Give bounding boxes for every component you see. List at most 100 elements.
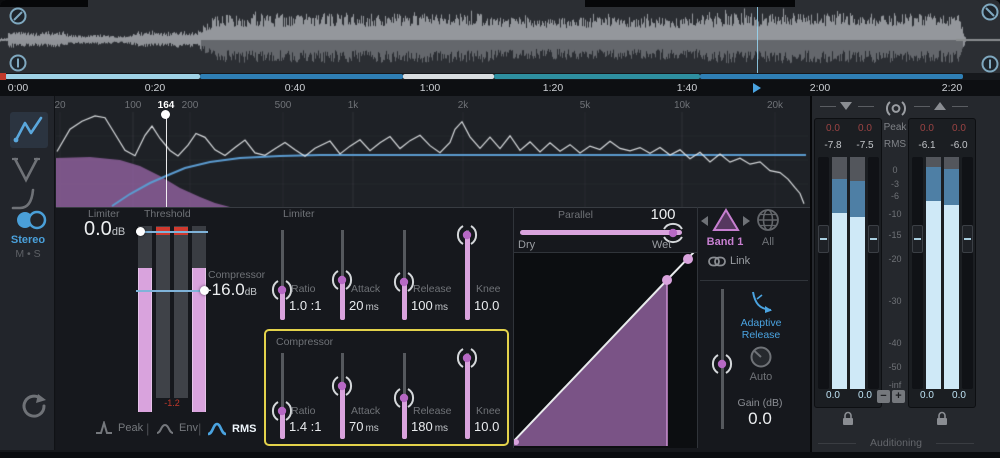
waveform-scrollbar[interactable] — [0, 73, 1000, 80]
param-value[interactable]: 1.0 :1 — [289, 298, 324, 313]
limiter-threshold-value[interactable]: 0.0dB — [84, 218, 125, 241]
fader-value: 0.0 — [920, 390, 934, 401]
compressor-threshold-node[interactable] — [662, 275, 672, 285]
param-value[interactable]: 1.4 :1 — [289, 419, 324, 434]
limiter-threshold-line[interactable] — [136, 231, 208, 233]
param-value[interactable]: 10.0 — [474, 419, 501, 434]
crossover-view-icon[interactable] — [10, 153, 44, 185]
detection-mode-rms[interactable]: RMS — [206, 421, 256, 436]
loop-start-top-button[interactable] — [9, 7, 27, 25]
timeline-label: 1:40 — [677, 82, 697, 94]
meter-scale-label: -3 — [882, 179, 908, 189]
scrollbar-segment[interactable] — [5, 74, 200, 79]
prev-band-arrow[interactable] — [701, 216, 708, 226]
gain-fader-handle[interactable] — [818, 225, 829, 253]
limiter-section-title: Limiter — [283, 208, 315, 220]
next-band-arrow[interactable] — [743, 216, 750, 226]
gain-fader-handle[interactable] — [962, 225, 973, 253]
scrollbar-segment[interactable] — [403, 74, 494, 79]
gain-minus-button[interactable]: − — [877, 390, 890, 403]
link-label[interactable]: Link — [730, 255, 750, 267]
detection-filter-icon[interactable] — [10, 112, 48, 148]
band-selector-label[interactable]: Band 1 — [700, 236, 750, 248]
play-position-marker[interactable] — [753, 83, 761, 93]
input-lock-icon[interactable] — [841, 411, 855, 426]
detection-mode-env[interactable]: Env — [155, 421, 198, 435]
compressor-threshold-value[interactable]: -16.0dB — [206, 280, 257, 300]
output-meter-group: 0.00.0-6.1-6.00.00.0 — [908, 118, 976, 408]
band-gain-value[interactable]: 0.0 — [733, 409, 787, 429]
parallel-mix-slider[interactable] — [520, 230, 682, 235]
adaptive-release-icon[interactable] — [748, 290, 774, 316]
meter-scale-label: -40 — [882, 338, 908, 348]
param-label: Attack — [351, 405, 380, 417]
loop-end-top-button[interactable] — [981, 3, 999, 21]
scrollbar-segment[interactable] — [700, 74, 963, 79]
output-gain-up-icon[interactable] — [934, 102, 946, 110]
loop-start-bottom-button[interactable] — [9, 54, 27, 72]
meter-scale-label: -50 — [882, 362, 908, 372]
limiter-threshold-handle[interactable] — [136, 227, 145, 236]
input-gain-down-icon[interactable] — [840, 102, 852, 110]
fader-channel[interactable] — [912, 157, 923, 389]
crossover-cutoff-handle[interactable] — [161, 110, 170, 119]
meter-scale-label: -6 — [882, 191, 908, 201]
meter-scale-label: 0 — [882, 165, 908, 175]
limiter_section-knee-knob[interactable] — [455, 223, 479, 247]
meter-scale-label: -inf — [882, 380, 908, 390]
gain-plus-button[interactable]: + — [892, 390, 905, 403]
loop-end-bottom-button[interactable] — [981, 55, 999, 73]
param-value[interactable]: 100ms — [411, 298, 448, 313]
fader-channel[interactable] — [868, 157, 879, 389]
compressor_section-knee-knob[interactable] — [455, 346, 479, 370]
adaptive-release-label-1[interactable]: Adaptive — [734, 317, 788, 329]
gain-fader-handle[interactable] — [912, 225, 923, 253]
envelope-curve-icon — [155, 421, 175, 435]
stereo-mode-label[interactable]: Stereo — [4, 234, 52, 246]
fader-value: 0.0 — [952, 390, 966, 401]
rms-curve-icon — [206, 421, 228, 436]
param-value[interactable]: 20ms — [349, 298, 379, 313]
stereo-mode-icon[interactable] — [14, 208, 48, 232]
meter-scale-label: -30 — [882, 296, 908, 306]
timeline-ruler[interactable]: 0:000:200:401:001:201:402:002:20 — [0, 80, 1000, 96]
all-bands-label[interactable]: All — [755, 236, 781, 248]
param-label: Release — [413, 405, 452, 417]
detection-mode-peak[interactable]: Peak — [94, 421, 143, 435]
fader-channel[interactable] — [818, 157, 829, 389]
adaptive-release-label-2[interactable]: Release — [734, 329, 788, 341]
rms-value: -7.5 — [856, 140, 873, 151]
crossover-cutoff-line — [166, 111, 167, 207]
band-gain-knob[interactable] — [710, 352, 734, 376]
auto-gain-label[interactable]: Auto — [746, 371, 776, 383]
band-shape-icon[interactable] — [711, 206, 741, 234]
frequency-axis-label: 100 — [125, 100, 142, 111]
dynamics-plugin-window: 0:000:200:401:001:201:402:002:20 2010016… — [0, 0, 1000, 458]
mid-side-mode-label[interactable]: M • S — [4, 248, 52, 260]
gain-fader-handle[interactable] — [868, 225, 879, 253]
transfer-curve-panel — [514, 253, 697, 448]
compressor_section-knee-fill — [465, 358, 470, 439]
compressor_section-attack-knob[interactable] — [330, 374, 354, 398]
param-label: Release — [413, 283, 452, 295]
auto-gain-knob-icon[interactable] — [749, 345, 773, 369]
output-lock-icon[interactable] — [935, 411, 949, 426]
stereo-link-meters-icon[interactable] — [883, 100, 909, 117]
all-bands-globe-icon[interactable] — [755, 207, 781, 233]
scrollbar-segment[interactable] — [200, 74, 403, 79]
reset-icon[interactable] — [20, 392, 48, 420]
param-value[interactable]: 180ms — [411, 419, 448, 434]
param-value[interactable]: 70ms — [349, 419, 379, 434]
threshold-label: Threshold — [144, 208, 191, 220]
waveform-display[interactable] — [0, 7, 1000, 73]
param-value[interactable]: 10.0 — [474, 298, 501, 313]
limiter-threshold-node[interactable] — [683, 254, 693, 264]
peak-curve-icon — [94, 421, 114, 435]
compressor-threshold-line[interactable] — [136, 290, 208, 292]
wet-label: Wet — [652, 239, 671, 251]
link-chain-icon[interactable] — [708, 256, 726, 267]
fader-channel[interactable] — [962, 157, 973, 389]
scrollbar-segment[interactable] — [494, 74, 700, 79]
playhead-cursor[interactable] — [757, 7, 758, 73]
rms-scale-label: RMS — [882, 139, 908, 150]
